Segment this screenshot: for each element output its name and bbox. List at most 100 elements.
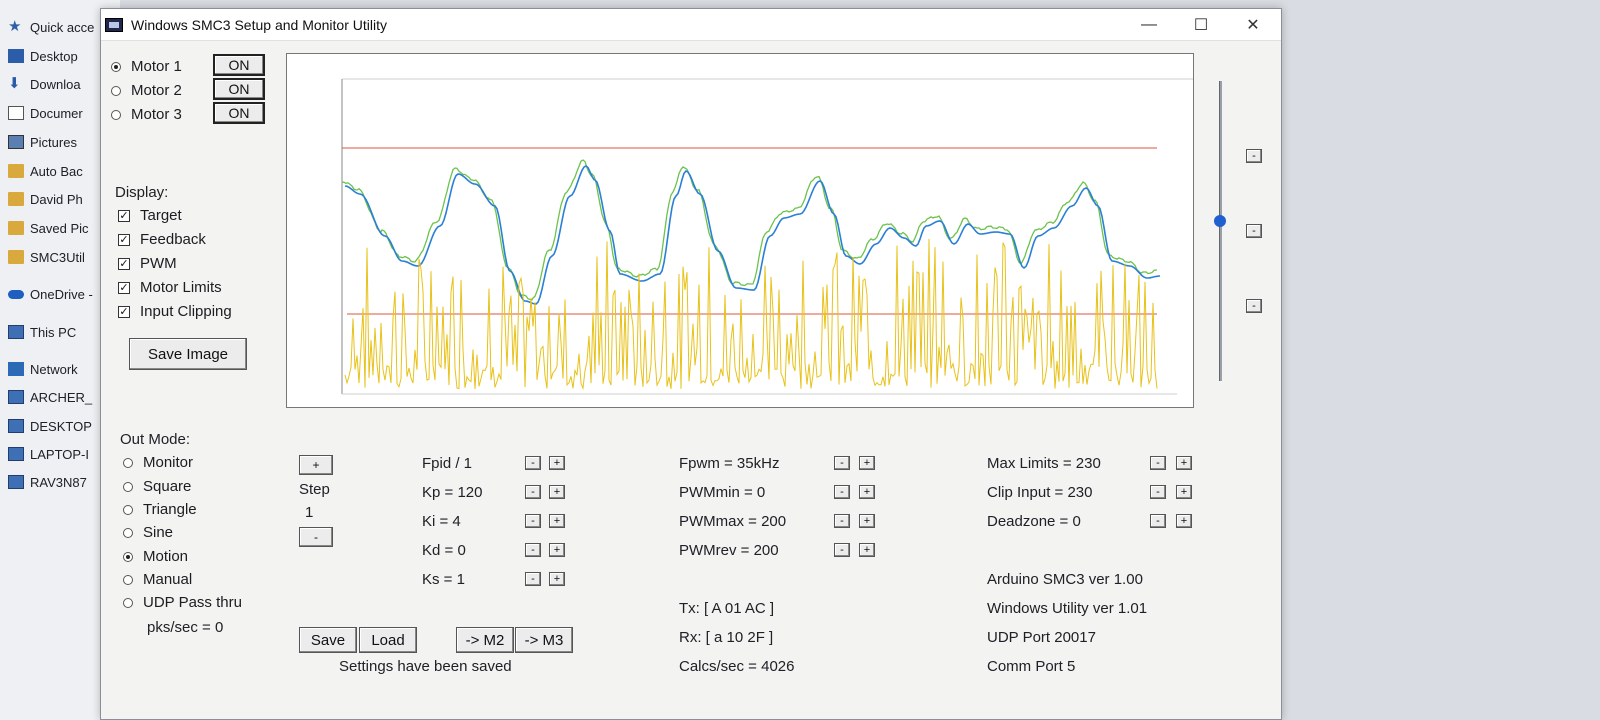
mode-square-label: Square <box>143 478 192 495</box>
motor-1-on-button[interactable]: ON <box>213 54 265 76</box>
motor-3-on-button[interactable]: ON <box>213 102 265 124</box>
download-arrow-icon: ⬇ <box>8 75 21 92</box>
kp-plus-button[interactable]: + <box>549 485 565 499</box>
explorer-item-label: Downloa <box>30 76 81 92</box>
mode-motion-radio[interactable]: Motion <box>123 548 188 565</box>
kp-minus-button[interactable]: - <box>525 485 541 499</box>
status-message: Settings have been saved <box>339 658 512 675</box>
kd-minus-button[interactable]: - <box>525 543 541 557</box>
radio-dot <box>123 481 133 492</box>
pwmrev-minus-button[interactable]: - <box>834 543 850 557</box>
checkbox-box: ✓ <box>118 305 130 318</box>
ki-minus-button[interactable]: - <box>525 514 541 528</box>
fpwm-plus-button[interactable]: + <box>859 456 875 470</box>
explorer-item-label: DESKTOP <box>30 418 92 434</box>
cloud-icon <box>8 289 24 299</box>
mode-sine-radio[interactable]: Sine <box>123 524 173 541</box>
mode-triangle-radio[interactable]: Triangle <box>123 501 197 518</box>
max-limits-minus-button[interactable]: - <box>1150 456 1166 470</box>
pwmmax-plus-button[interactable]: + <box>859 514 875 528</box>
fpid-minus-button[interactable]: - <box>525 456 541 470</box>
pwmmin-minus-button[interactable]: - <box>834 485 850 499</box>
pwm-checkbox[interactable]: ✓ PWM <box>118 255 177 272</box>
slider-minus-button-1[interactable]: - <box>1246 149 1262 163</box>
ks-minus-button[interactable]: - <box>525 572 541 586</box>
motor-2-on-button[interactable]: ON <box>213 78 265 100</box>
comm-port: Comm Port 5 <box>987 658 1076 675</box>
load-button[interactable]: Load <box>359 627 417 653</box>
feedback-checkbox[interactable]: ✓ Feedback <box>118 231 206 248</box>
mode-square-radio[interactable]: Square <box>123 478 191 495</box>
deadzone-plus-button[interactable]: + <box>1176 514 1192 528</box>
step-minus-button[interactable]: - <box>299 527 333 547</box>
explorer-item-label: ARCHER_ <box>30 389 93 405</box>
window-title: Windows SMC3 Setup and Monitor Utility <box>131 16 387 33</box>
mode-manual-radio[interactable]: Manual <box>123 571 192 588</box>
ks-label: Ks = 1 <box>422 571 465 588</box>
udp-port: UDP Port 20017 <box>987 629 1096 646</box>
slider-minus-button-2[interactable]: - <box>1246 224 1262 238</box>
checkbox-box: ✓ <box>118 209 130 222</box>
minimize-button[interactable]: — <box>1123 9 1175 41</box>
checkbox-box: ✓ <box>118 281 130 294</box>
ks-plus-button[interactable]: + <box>549 572 565 586</box>
motor-1-label: Motor 1 <box>131 58 182 75</box>
slider-track[interactable] <box>1219 81 1222 381</box>
copy-to-m3-button[interactable]: -> M3 <box>515 627 573 653</box>
motor-1-radio[interactable]: Motor 1 <box>111 58 182 75</box>
step-plus-button[interactable]: + <box>299 455 333 475</box>
fpid-plus-button[interactable]: + <box>549 456 565 470</box>
pwmmin-label: PWMmin = 0 <box>679 484 766 501</box>
checkbox-box: ✓ <box>118 233 130 246</box>
motor-2-radio[interactable]: Motor 2 <box>111 82 182 99</box>
arduino-version: Arduino SMC3 ver 1.00 <box>987 571 1143 588</box>
maximize-button[interactable]: ☐ <box>1175 9 1227 41</box>
pwmrev-plus-button[interactable]: + <box>859 543 875 557</box>
motor-3-radio[interactable]: Motor 3 <box>111 106 182 123</box>
step-value: 1 <box>305 504 314 521</box>
radio-dot <box>123 551 133 562</box>
close-button[interactable]: ✕ <box>1227 9 1279 41</box>
computer-icon <box>8 325 24 339</box>
motor-limits-checkbox[interactable]: ✓ Motor Limits <box>118 279 222 296</box>
mode-monitor-radio[interactable]: Monitor <box>123 454 193 471</box>
target-checkbox[interactable]: ✓ Target <box>118 207 182 224</box>
ki-plus-button[interactable]: + <box>549 514 565 528</box>
motor-limits-label: Motor Limits <box>140 279 222 296</box>
deadzone-minus-button[interactable]: - <box>1150 514 1166 528</box>
folder-icon <box>8 221 24 235</box>
ki-label: Ki = 4 <box>422 513 461 530</box>
input-clipping-label: Input Clipping <box>140 303 232 320</box>
graph-panel <box>286 53 1197 408</box>
max-limits-plus-button[interactable]: + <box>1176 456 1192 470</box>
clip-input-plus-button[interactable]: + <box>1176 485 1192 499</box>
computer-icon <box>8 390 24 404</box>
pwmmax-minus-button[interactable]: - <box>834 514 850 528</box>
mode-monitor-label: Monitor <box>143 454 194 471</box>
fpwm-minus-button[interactable]: - <box>834 456 850 470</box>
kd-plus-button[interactable]: + <box>549 543 565 557</box>
input-clipping-checkbox[interactable]: ✓ Input Clipping <box>118 303 232 320</box>
kp-label: Kp = 120 <box>422 484 483 501</box>
explorer-item-label: Documer <box>30 105 83 121</box>
computer-icon <box>8 419 24 433</box>
rx-readout: Rx: [ a 10 2F ] <box>679 629 774 646</box>
save-button[interactable]: Save <box>299 627 357 653</box>
copy-to-m2-button[interactable]: -> M2 <box>456 627 514 653</box>
title-bar: Windows SMC3 Setup and Monitor Utility —… <box>101 9 1281 41</box>
target-trace <box>341 159 1157 301</box>
smc3-window: Windows SMC3 Setup and Monitor Utility —… <box>100 8 1282 720</box>
explorer-item-label: David Ph <box>30 191 83 207</box>
pwmmin-plus-button[interactable]: + <box>859 485 875 499</box>
folder-icon <box>8 164 24 178</box>
network-icon <box>8 362 24 376</box>
slider-minus-button-3[interactable]: - <box>1246 299 1262 313</box>
out-mode-heading: Out Mode: <box>120 431 191 448</box>
slider-thumb[interactable] <box>1214 215 1226 227</box>
radio-dot <box>111 109 121 120</box>
explorer-item-label: LAPTOP-I <box>30 446 90 462</box>
mode-udp-radio[interactable]: UDP Pass thru <box>123 594 242 611</box>
clip-input-minus-button[interactable]: - <box>1150 485 1166 499</box>
explorer-item-label: Auto Bac <box>30 163 83 179</box>
save-image-button[interactable]: Save Image <box>129 338 247 370</box>
